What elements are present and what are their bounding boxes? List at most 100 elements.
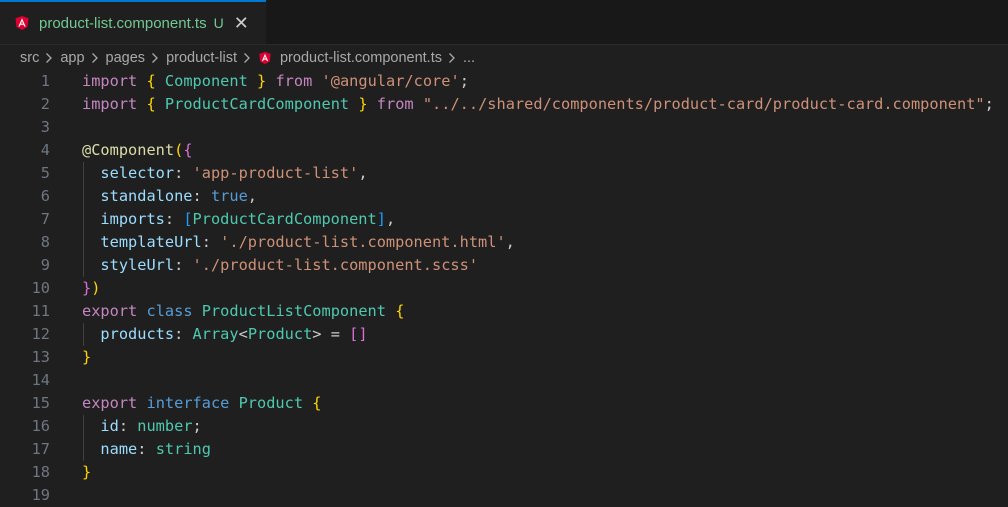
code-text: name: string xyxy=(82,438,211,461)
line-number: 6 xyxy=(40,187,50,205)
code-token: './product-list.component.html' xyxy=(220,233,506,251)
code-line[interactable]: 5 selector: 'app-product-list', xyxy=(0,162,1008,185)
code-token: } xyxy=(358,95,368,113)
code-text: export interface Product { xyxy=(82,392,322,415)
chevron-right-icon xyxy=(45,52,53,64)
code-line[interactable]: 17 name: string xyxy=(0,438,1008,461)
code-text: imports: [ProductCardComponent], xyxy=(82,208,395,231)
code-line[interactable]: 7 imports: [ProductCardComponent], xyxy=(0,208,1008,231)
code-text: }) xyxy=(82,277,100,300)
code-token: import xyxy=(82,95,138,113)
code-token: selector xyxy=(100,164,175,182)
code-token: from xyxy=(376,95,414,113)
code-token: : xyxy=(201,233,221,251)
line-number: 8 xyxy=(40,233,50,251)
line-number: 3 xyxy=(40,118,50,136)
code-token: templateUrl xyxy=(100,233,202,251)
code-token: ProductListComponent xyxy=(201,302,386,320)
code-line[interactable]: 4 @Component({ xyxy=(0,139,1008,162)
code-token: [ xyxy=(183,210,193,228)
code-token: Component xyxy=(164,72,248,90)
breadcrumb-src[interactable]: src xyxy=(20,50,39,66)
code-token: ; xyxy=(192,417,202,435)
code-line[interactable]: 9 styleUrl: './product-list.component.sc… xyxy=(0,254,1008,277)
chevron-right-icon xyxy=(151,52,159,64)
tab-title: product-list.component.ts xyxy=(39,14,207,32)
line-number: 19 xyxy=(31,486,50,504)
code-token: class xyxy=(146,302,193,320)
code-token: { xyxy=(146,95,156,113)
code-token: , xyxy=(385,210,396,228)
code-line[interactable]: 2 import { ProductCardComponent } from ".… xyxy=(0,93,1008,116)
code-line[interactable]: 16 id: number; xyxy=(0,415,1008,438)
code-token: , xyxy=(505,233,515,251)
line-number: 1 xyxy=(40,72,50,90)
breadcrumb-symbols[interactable]: ... xyxy=(463,50,475,66)
code-text: styleUrl: './product-list.component.scss… xyxy=(82,254,478,277)
code-token: id xyxy=(100,417,119,435)
git-status-badge: U xyxy=(213,15,224,31)
code-line[interactable]: 12 products: Array<Product> = [] xyxy=(0,323,1008,346)
line-number: 5 xyxy=(40,164,50,182)
code-line[interactable]: 18} xyxy=(0,461,1008,484)
code-line[interactable]: 8 templateUrl: './product-list.component… xyxy=(0,231,1008,254)
code-text: export class ProductListComponent { xyxy=(82,300,404,323)
breadcrumb-file[interactable]: product-list.component.ts xyxy=(280,50,442,66)
code-token: } xyxy=(257,72,267,90)
code-token: Array xyxy=(192,325,239,343)
code-line[interactable]: 11 export class ProductListComponent { xyxy=(0,300,1008,323)
code-token: ( xyxy=(174,141,184,159)
code-token: name xyxy=(100,440,138,458)
code-text: id: number; xyxy=(82,415,202,438)
code-token: true xyxy=(210,187,248,205)
code-token: ] xyxy=(376,210,386,228)
code-token: [] xyxy=(349,325,368,343)
breadcrumb-product-list[interactable]: product-list xyxy=(166,50,237,66)
code-token: @Component xyxy=(82,141,175,159)
breadcrumb: src app pages product-list product-list.… xyxy=(0,45,1008,71)
close-icon[interactable]: ✕ xyxy=(234,14,249,32)
code-line[interactable]: 14 xyxy=(0,369,1008,392)
code-line[interactable]: 1 import { Component } from '@angular/cor… xyxy=(0,70,1008,93)
code-token: ProductCardComponent xyxy=(164,95,350,113)
line-number: 14 xyxy=(31,371,50,389)
breadcrumb-pages[interactable]: pages xyxy=(106,50,146,66)
code-token: Product xyxy=(238,394,304,412)
code-token: number xyxy=(137,417,193,435)
code-token: interface xyxy=(146,394,230,412)
code-text: } xyxy=(82,461,91,484)
line-number: 4 xyxy=(40,141,50,159)
code-line[interactable]: 15 export interface Product { xyxy=(0,392,1008,415)
code-token: standalone xyxy=(100,187,193,205)
breadcrumb-app[interactable]: app xyxy=(60,50,84,66)
code-token: : xyxy=(192,187,211,205)
code-token: : xyxy=(174,256,193,274)
line-number: 9 xyxy=(40,256,50,274)
code-line[interactable]: 19 xyxy=(0,484,1008,507)
code-token: './product-list.component.scss' xyxy=(192,256,479,274)
code-token: : xyxy=(164,210,184,228)
code-text: import { ProductCardComponent } from "..… xyxy=(82,93,994,116)
code-line[interactable]: 6 standalone: true, xyxy=(0,185,1008,208)
code-token: ProductCardComponent xyxy=(192,210,377,228)
code-token: ; xyxy=(459,72,469,90)
code-token: { xyxy=(395,302,405,320)
code-line[interactable]: 10}) xyxy=(0,277,1008,300)
code-token: products xyxy=(100,325,175,343)
code-line[interactable]: 3 xyxy=(0,116,1008,139)
editor-tab-bar: product-list.component.ts U ✕ xyxy=(0,0,1008,45)
code-token: : xyxy=(174,325,193,343)
editor-tab-active[interactable]: product-list.component.ts U ✕ xyxy=(0,0,266,44)
code-line[interactable]: 13} xyxy=(0,346,1008,369)
code-editor[interactable]: 1 import { Component } from '@angular/cor… xyxy=(0,70,1008,504)
